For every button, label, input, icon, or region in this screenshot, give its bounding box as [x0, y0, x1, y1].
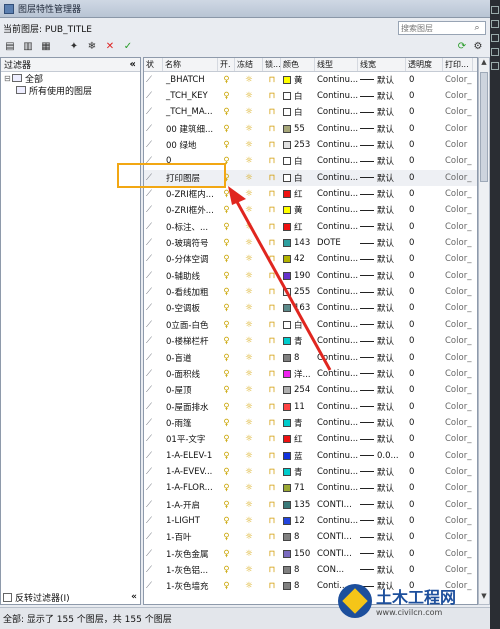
watermark-url: www.civilcn.com [376, 608, 443, 617]
annotation-arrow [228, 186, 332, 371]
watermark: 土木工程网 www.civilcn.com [338, 578, 488, 624]
watermark-logo [338, 584, 372, 618]
watermark-title: 土木工程网 [376, 588, 457, 607]
layer-properties-manager: 图层特性管理器 当前图层: PUB_TITLE ⌕ ▤ ▥ ▦ ✦ ❄ ✕ ✓ … [0, 0, 500, 629]
